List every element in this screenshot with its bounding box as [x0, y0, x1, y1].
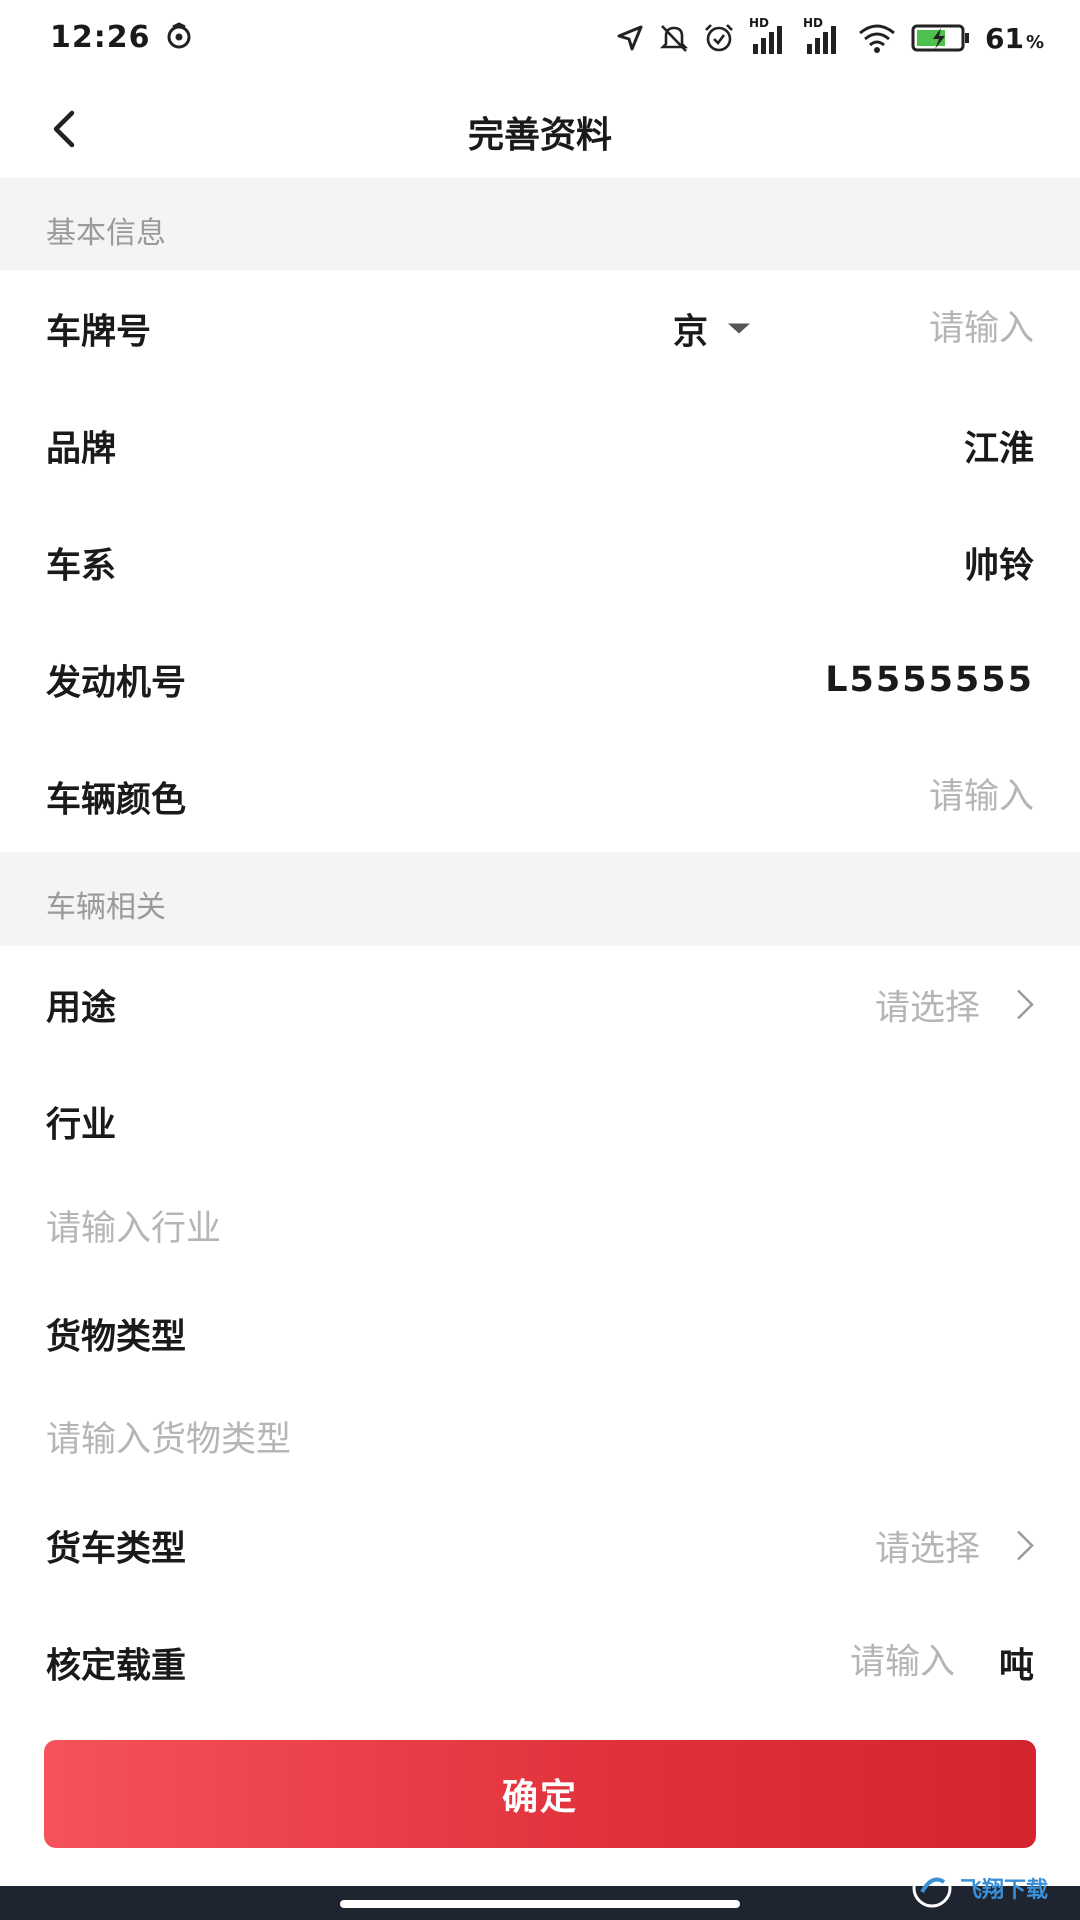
- row-vehicle-color: 车辆颜色: [0, 738, 1080, 855]
- row-truck-type: 货车类型 请选择: [0, 1487, 1080, 1604]
- sync-icon: [167, 22, 191, 49]
- rated-load-unit: 吨: [998, 1646, 1034, 1686]
- plate-prefix-dropdown[interactable]: 京: [673, 303, 750, 354]
- brand-label: 品牌: [46, 429, 117, 469]
- truck-type-placeholder: 请选择: [874, 1529, 980, 1569]
- chevron-right-icon: [1017, 989, 1034, 1020]
- battery-percentage: 61%: [985, 22, 1044, 55]
- plate-prefix-value: 京: [672, 312, 708, 352]
- row-cargo-type: 货物类型: [0, 1275, 1080, 1392]
- location-icon: [617, 25, 643, 51]
- status-time: 12:26: [50, 20, 151, 55]
- engine-number-label: 发动机号: [46, 663, 187, 703]
- section-header-vehicle: 车辆相关: [0, 852, 1080, 946]
- watermark: 飞翔下载: [910, 1860, 1070, 1916]
- series-value: 帅铃: [963, 546, 1034, 586]
- row-industry: 行业: [0, 1063, 1080, 1180]
- engine-number-value: L5555555: [825, 659, 1034, 700]
- row-brand[interactable]: 品牌 江淮: [0, 387, 1080, 504]
- usage-label: 用途: [46, 988, 117, 1028]
- vehicle-color-label: 车辆颜色: [46, 780, 187, 820]
- wifi-icon: [859, 24, 895, 53]
- confirm-button[interactable]: 确定: [44, 1740, 1036, 1848]
- battery-unit: %: [1025, 31, 1044, 53]
- chevron-right-icon: [1017, 1530, 1034, 1561]
- usage-placeholder: 请选择: [874, 988, 980, 1028]
- cargo-type-label: 货物类型: [46, 1317, 187, 1357]
- caret-down-icon: [728, 323, 750, 334]
- app-header: 完善资料: [0, 80, 1080, 178]
- row-usage: 用途 请选择: [0, 946, 1080, 1063]
- watermark-logo-icon: [912, 1868, 952, 1908]
- vehicle-color-input[interactable]: [834, 776, 1034, 817]
- row-engine-number[interactable]: 发动机号 L5555555: [0, 621, 1080, 738]
- home-indicator[interactable]: [340, 1900, 740, 1908]
- truck-type-select[interactable]: 请选择: [875, 1520, 1040, 1571]
- watermark-text: 飞翔下载: [960, 1878, 1049, 1903]
- plate-number-label: 车牌号: [46, 312, 152, 352]
- section-header-basic-info: 基本信息: [0, 178, 1080, 270]
- plate-number-input[interactable]: [834, 308, 1034, 349]
- battery-value: 61: [984, 21, 1024, 55]
- section-title: 基本信息: [46, 216, 166, 251]
- industry-input[interactable]: [46, 1199, 946, 1259]
- series-label: 车系: [46, 546, 117, 586]
- truck-type-label: 货车类型: [46, 1529, 187, 1569]
- rated-load-label: 核定载重: [46, 1646, 187, 1686]
- status-bar: 12:26 HD HD 61 %: [0, 0, 1080, 80]
- bell-muted-icon: [659, 25, 689, 52]
- alarm-icon: [705, 24, 733, 52]
- brand-value: 江淮: [963, 429, 1034, 469]
- section-title: 车辆相关: [46, 890, 166, 925]
- signal-icon: [752, 26, 782, 54]
- rated-load-input[interactable]: [824, 1642, 955, 1683]
- signal-1: HD: [749, 16, 789, 56]
- page-title: 完善资料: [467, 115, 612, 156]
- row-series[interactable]: 车系 帅铃: [0, 504, 1080, 621]
- row-rated-load: 核定载重 吨: [0, 1604, 1080, 1721]
- signal-2: HD: [803, 16, 843, 56]
- row-plate-number: 车牌号 京: [0, 270, 1080, 387]
- usage-select[interactable]: 请选择: [875, 979, 1040, 1030]
- signal-icon: [806, 26, 836, 54]
- cargo-type-input[interactable]: [46, 1410, 946, 1470]
- rated-load-field: 吨: [824, 1637, 1034, 1688]
- battery-charging-icon: [911, 24, 969, 52]
- status-icons: HD HD 61 %: [615, 16, 1044, 58]
- industry-label: 行业: [46, 1105, 117, 1145]
